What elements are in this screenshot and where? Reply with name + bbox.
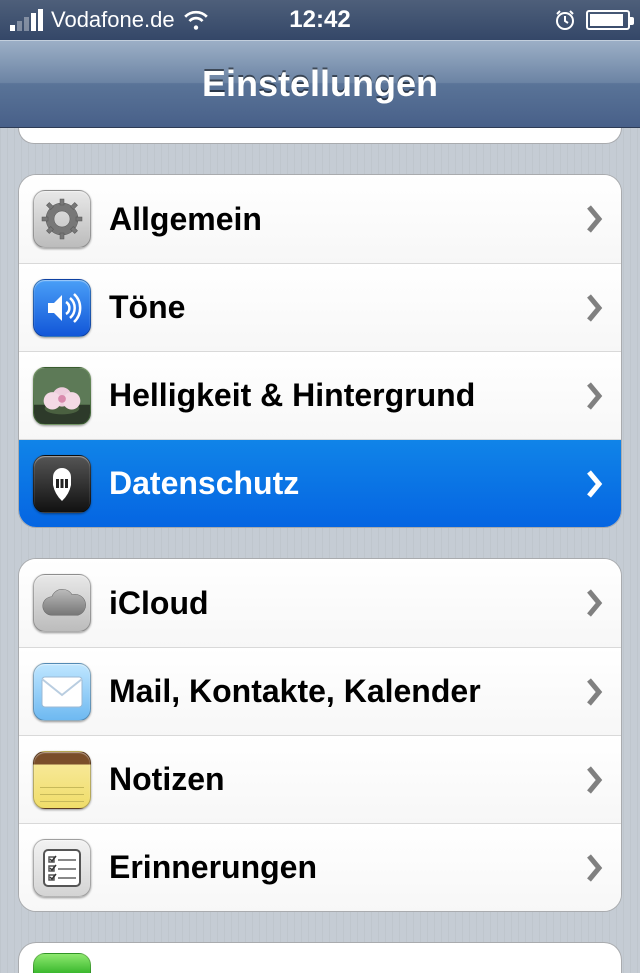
- phone-icon: [33, 953, 91, 973]
- row-label: Notizen: [109, 761, 585, 798]
- mail-icon: [33, 663, 91, 721]
- row-label: Erinnerungen: [109, 849, 585, 886]
- row-mail-contacts-calendars[interactable]: Mail, Kontakte, Kalender: [19, 647, 621, 735]
- page-title: Einstellungen: [202, 63, 438, 105]
- row-label: Mail, Kontakte, Kalender: [109, 673, 585, 710]
- battery-icon: [586, 10, 630, 30]
- chevron-right-icon: [585, 588, 603, 618]
- navigation-bar: Einstellungen: [0, 40, 640, 128]
- row-sounds[interactable]: Töne: [19, 263, 621, 351]
- row-brightness-wallpaper[interactable]: Helligkeit & Hintergrund: [19, 351, 621, 439]
- chevron-right-icon: [585, 204, 603, 234]
- privacy-icon: [33, 455, 91, 513]
- chevron-right-icon: [585, 765, 603, 795]
- general-icon: [33, 190, 91, 248]
- row-label: Datenschutz: [109, 465, 585, 502]
- status-bar-left: Vodafone.de: [10, 7, 209, 33]
- row-reminders[interactable]: Erinnerungen: [19, 823, 621, 911]
- settings-group-display: Allgemein Töne: [18, 174, 622, 528]
- chevron-right-icon: [585, 677, 603, 707]
- content-area: Allgemein Töne: [0, 128, 640, 973]
- row-label: Allgemein: [109, 201, 585, 238]
- status-bar-right: [554, 9, 630, 31]
- wifi-icon: [183, 10, 209, 30]
- reminders-icon: [33, 839, 91, 897]
- carrier-label: Vodafone.de: [51, 7, 175, 33]
- row-label: iCloud: [109, 585, 585, 622]
- chevron-right-icon: [585, 381, 603, 411]
- row-notes[interactable]: Notizen: [19, 735, 621, 823]
- row-privacy[interactable]: Datenschutz: [19, 439, 621, 527]
- row-icloud[interactable]: iCloud: [19, 559, 621, 647]
- alarm-icon: [554, 9, 576, 31]
- status-bar: Vodafone.de 12:42: [0, 0, 640, 40]
- brightness-wallpaper-icon: [33, 367, 91, 425]
- settings-group-accounts: iCloud Mail, Kontakte, Kalender Notizen: [18, 558, 622, 912]
- previous-group-edge: [18, 128, 622, 144]
- notes-icon: [33, 751, 91, 809]
- icloud-icon: [33, 574, 91, 632]
- row-label: Helligkeit & Hintergrund: [109, 377, 585, 414]
- row-partial[interactable]: [19, 943, 621, 973]
- chevron-right-icon: [585, 293, 603, 323]
- chevron-right-icon: [585, 853, 603, 883]
- next-group-edge: [18, 942, 622, 973]
- chevron-right-icon: [585, 469, 603, 499]
- row-label: Töne: [109, 289, 585, 326]
- sounds-icon: [33, 279, 91, 337]
- row-general[interactable]: Allgemein: [19, 175, 621, 263]
- signal-strength-icon: [10, 9, 43, 31]
